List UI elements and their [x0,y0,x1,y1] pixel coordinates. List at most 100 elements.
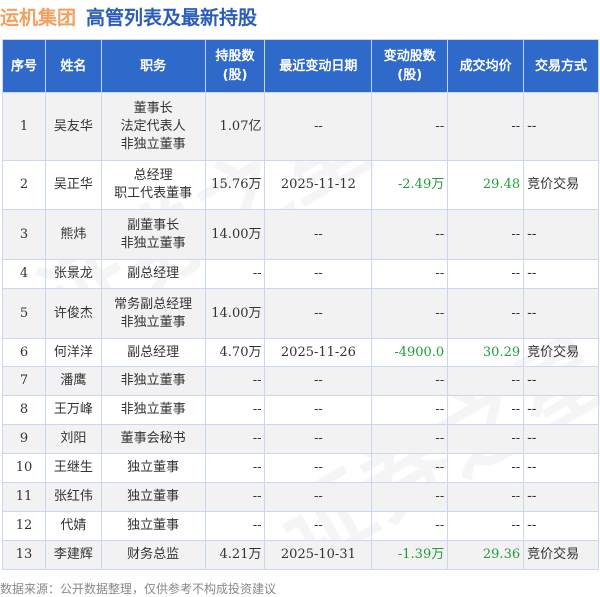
change-cell: -- [371,288,449,339]
row-number: 6 [2,338,46,367]
shares-cell: 14.00万 [204,209,266,260]
price-cell: -- [447,366,525,396]
page-title: 运机集团 高管列表及最新持股 [0,3,257,30]
roles-cell: 董事会秘书 [100,424,206,454]
method-cell: -- [523,288,599,339]
method-cell: -- [523,395,599,425]
data-source-note: 数据来源：公开数据整理，仅供参考不构成投资建议 [0,582,277,596]
price-cell: -- [447,453,525,483]
table-row: 12 代婧 独立董事 -- -- -- -- -- [2,511,599,541]
method-cell: 竞价交易 [523,540,599,570]
role: 独立董事 [127,489,180,504]
price-cell: 30.29 [447,338,525,367]
role: 财务总监 [127,547,180,562]
role: 董事长 [133,100,173,116]
method-cell: -- [523,424,599,454]
column-header: 交易方式 [523,39,599,93]
role: 常务副总经理 [114,296,193,312]
price-cell: 29.48 [447,160,525,210]
role: 副总经理 [127,344,180,360]
row-number: 12 [2,511,46,541]
name-cell: 许俊杰 [44,288,102,339]
column-header: 姓名 [44,39,102,93]
column-header: 持股数 (股) [204,39,266,93]
row-number: 7 [2,366,46,396]
row-number: 4 [2,259,46,289]
roles-cell: 副总经理 [100,259,206,289]
row-number: 13 [2,540,46,570]
row-number: 10 [2,453,46,483]
change-cell: -- [371,366,449,396]
date-cell: -- [264,366,373,396]
table-row: 6 何洋洋 副总经理 4.70万 2025-11-26 -4900.0 30.29 竞价交易 [2,338,599,367]
name-cell: 吴正华 [44,160,102,210]
table-row: 10 王继生 独立董事 -- -- -- -- -- [2,453,599,483]
role: 非独立董事 [120,373,186,388]
shares-cell: -- [204,259,266,289]
date-cell: 2025-11-12 [264,160,373,210]
change-cell: -- [371,453,449,483]
change-cell: -- [371,209,449,260]
role: 职工代表董事 [114,186,193,201]
shares-cell: 1.07亿 [204,92,266,161]
role: 非独立董事 [120,136,186,152]
date-cell: -- [264,92,373,161]
table-row: 2 吴正华 总经理 职工代表董事 15.76万 2025-11-12 -2.49万 29.48… [2,160,599,210]
name-cell: 熊炜 [44,209,102,260]
method-cell: -- [523,92,599,161]
table-row: 1 吴友华 董事长 法定代表人 非独立董事 1.07亿 -- -- -- -- [2,92,599,161]
roles-cell: 董事长法定代表人非独立董事 [100,92,206,161]
roles-cell: 副总经理 [100,338,206,367]
date-cell: 2025-11-26 [264,338,373,367]
change-cell: -1.39万 [371,540,449,570]
shares-cell: -- [204,395,266,425]
company-name: 运机集团 [0,7,77,29]
price-cell: -- [447,288,525,339]
table-row: 11 张红伟 独立董事 -- -- -- -- -- [2,482,599,512]
method-cell: -- [523,259,599,289]
row-number: 11 [2,482,46,512]
executive-table: 序号 姓名 职务 持股数 (股) 最近变动日期 变动股数 (股) 成交均价 交易方式 1 吴友华 董事… [2,39,599,570]
column-header: 最近变动日期 [264,39,373,93]
shares-cell: -- [204,482,266,512]
roles-cell: 非独立董事 [100,366,206,396]
shares-cell: 14.00万 [204,288,266,339]
method-cell: -- [523,482,599,512]
row-number: 1 [2,92,46,161]
role: 非独立董事 [120,235,186,251]
change-cell: -- [371,424,449,454]
row-number: 2 [2,160,46,210]
role: 法定代表人 [120,118,186,134]
table-row: 5 许俊杰 常务副总经理 非独立董事 14.00万 -- -- -- -- [2,288,599,339]
price-cell: -- [447,259,525,289]
change-cell: -- [371,482,449,512]
table-row: 13 李建辉 财务总监 4.21万 2025-10-31 -1.39万 29.36 竞价交易 [2,540,599,570]
row-number: 5 [2,288,46,339]
price-cell: -- [447,424,525,454]
price-cell: 29.36 [447,540,525,570]
change-cell: -2.49万 [371,160,449,210]
shares-cell: 4.70万 [204,338,266,367]
row-number: 3 [2,209,46,260]
roles-cell: 非独立董事 [100,395,206,425]
shares-cell: -- [204,511,266,541]
column-header: 变动股数 (股) [371,39,449,93]
date-cell: -- [264,482,373,512]
role: 董事会秘书 [120,431,186,446]
price-cell: -- [447,395,525,425]
role: 非独立董事 [120,402,186,417]
roles-cell: 总经理 职工代表董事 [100,160,206,210]
table-row: 4 张景龙 副总经理 -- -- -- -- -- [2,259,599,289]
shares-cell: -- [204,424,266,454]
name-cell: 王继生 [44,453,102,483]
table-row: 9 刘阳 董事会秘书 -- -- -- -- -- [2,424,599,454]
name-cell: 潘鹰 [44,366,102,396]
change-cell: -4900.0 [371,338,449,367]
roles-cell: 独立董事 [100,482,206,512]
method-cell: 竞价交易 [523,338,599,367]
date-cell: -- [264,395,373,425]
change-cell: -- [371,395,449,425]
change-cell: -- [371,259,449,289]
name-cell: 代婧 [44,511,102,541]
change-cell: -- [371,92,449,161]
